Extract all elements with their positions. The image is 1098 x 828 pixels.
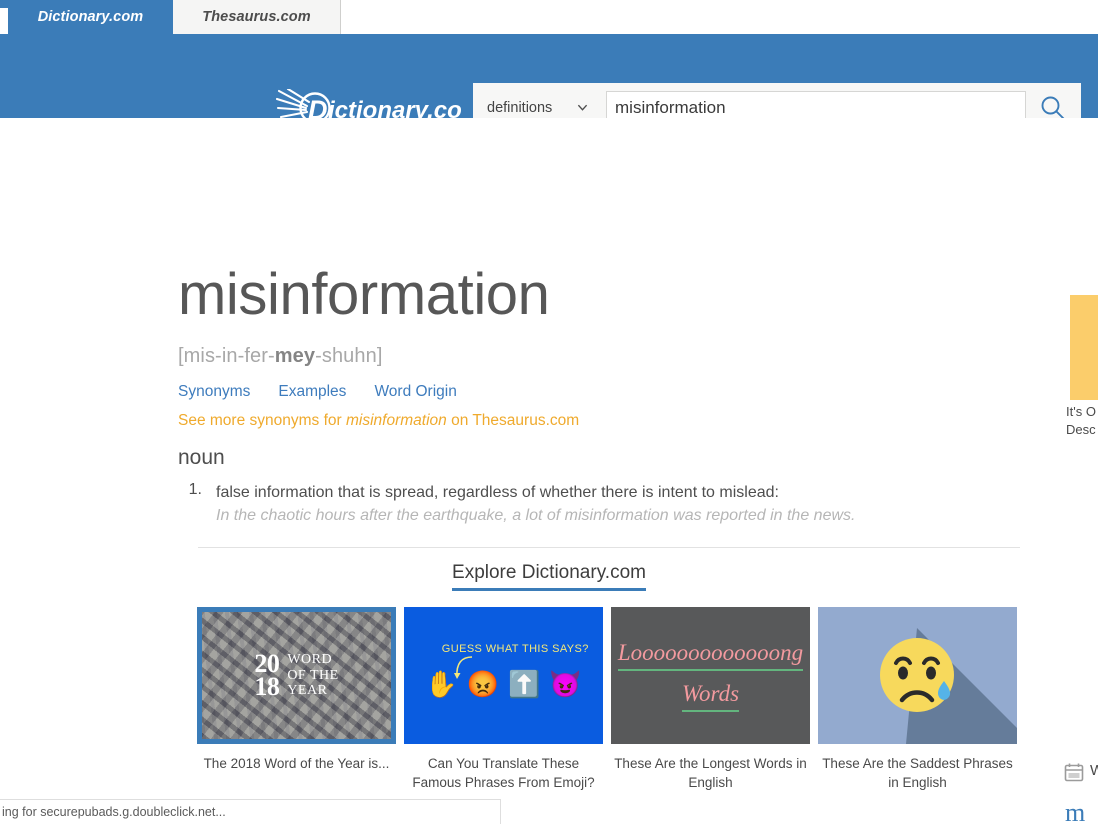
card-thumbnail-emoji-quiz: GUESS WHAT THIS SAYS? ✋ 😡 ⬆️ 😈 (404, 607, 603, 744)
long-words-line-2: Words (682, 680, 739, 712)
card-caption: The 2018 Word of the Year is... (197, 754, 396, 773)
right-rail-promo-line-1: It's O (1066, 403, 1098, 421)
status-bar-text: ing for securepubads.g.doubleclick.net..… (2, 805, 226, 819)
long-words-line-1: Looooooooooooong (618, 639, 803, 671)
card-thumbnail-saddest-phrases (818, 607, 1017, 744)
pronunciation: [mis-in-fer-mey-shuhn] (178, 345, 383, 368)
right-rail-promo-text: It's O Desc (1066, 403, 1098, 439)
tab-dictionary-label: Dictionary.com (38, 9, 144, 25)
thesaurus-promo-suffix: on Thesaurus.com (447, 412, 579, 429)
definition-number: 1. (178, 481, 216, 504)
chevron-down-icon (577, 102, 588, 113)
crying-face-icon (818, 607, 1017, 744)
right-rail-promo-image[interactable] (1070, 295, 1098, 400)
pronunciation-prefix: [mis-in-fer- (178, 345, 275, 367)
tab-strip-empty-area (341, 0, 1098, 34)
entry-section-links: Synonyms Examples Word Origin (178, 383, 457, 401)
emoji-3: ⬆️ (508, 671, 540, 697)
explore-card-word-of-the-year[interactable]: 20 18 WORD OF THE YEAR The 2018 Word of … (197, 607, 396, 792)
card-thumbnail-word-of-the-year: 20 18 WORD OF THE YEAR (197, 607, 396, 744)
woty-line-1: WORD (287, 652, 338, 668)
emoji-sequence: ✋ 😡 ⬆️ 😈 (404, 671, 603, 697)
browser-status-bar: ing for securepubads.g.doubleclick.net..… (0, 799, 501, 824)
page-content: misinformation [mis-in-fer-mey-shuhn] Sy… (0, 118, 1098, 800)
thesaurus-promo-prefix: See more synonyms for (178, 412, 346, 429)
link-word-origin[interactable]: Word Origin (374, 383, 456, 401)
card-caption: These Are the Longest Words in English (611, 754, 810, 792)
site-header: D ictionary.com definitions (0, 34, 1098, 118)
definition-example: In the chaotic hours after the earthquak… (216, 507, 968, 525)
card-thumbnail-longest-words: Looooooooooooong Words (611, 607, 810, 744)
calendar-icon (1064, 762, 1084, 782)
page-title: misinformation (178, 266, 550, 324)
explore-heading: Explore Dictionary.com (0, 562, 1098, 584)
link-examples[interactable]: Examples (278, 383, 346, 401)
emoji-4: 😈 (549, 671, 581, 697)
explore-heading-label[interactable]: Explore Dictionary.com (452, 562, 646, 591)
tab-dictionary[interactable]: Dictionary.com (8, 0, 173, 34)
woty-line-2: OF THE (287, 668, 338, 684)
definition-item: 1. false information that is spread, reg… (178, 481, 968, 525)
thesaurus-promo-word: misinformation (346, 412, 447, 429)
card-caption: Can You Translate These Famous Phrases F… (404, 754, 603, 792)
woty-line-3: YEAR (287, 683, 338, 699)
browser-tab-strip: Dictionary.com Thesaurus.com (0, 0, 1098, 34)
definition-text: false information that is spread, regard… (216, 481, 968, 504)
definition-list: 1. false information that is spread, reg… (178, 481, 968, 525)
pronunciation-suffix: -shuhn] (315, 345, 382, 367)
tab-thesaurus-label: Thesaurus.com (202, 9, 310, 25)
thesaurus-promo-link[interactable]: See more synonyms for misinformation on … (178, 412, 579, 430)
explore-card-longest-words[interactable]: Looooooooooooong Words These Are the Lon… (611, 607, 810, 792)
year-bottom: 18 (254, 676, 279, 700)
link-synonyms[interactable]: Synonyms (178, 383, 250, 401)
emoji-2: 😡 (467, 671, 499, 697)
emoji-1: ✋ (425, 671, 457, 697)
explore-card-saddest-phrases[interactable]: These Are the Saddest Phrases in English (818, 607, 1017, 792)
explore-card-emoji-quiz[interactable]: GUESS WHAT THIS SAYS? ✋ 😡 ⬆️ 😈 Can You T… (404, 607, 603, 792)
explore-card-grid: 20 18 WORD OF THE YEAR The 2018 Word of … (197, 607, 1021, 792)
search-scope-value: definitions (487, 100, 552, 116)
section-divider (198, 547, 1020, 548)
part-of-speech: noun (178, 446, 225, 470)
pronunciation-stressed-syllable: mey (275, 345, 315, 367)
right-rail-promo-line-2: Desc (1066, 421, 1098, 439)
tab-strip-left-edge (0, 8, 8, 34)
word-of-the-year-badge: 20 18 WORD OF THE YEAR (254, 652, 338, 700)
card-caption: These Are the Saddest Phrases in English (818, 754, 1017, 792)
tab-thesaurus[interactable]: Thesaurus.com (173, 0, 341, 34)
right-rail-word-label: W (1090, 762, 1098, 779)
